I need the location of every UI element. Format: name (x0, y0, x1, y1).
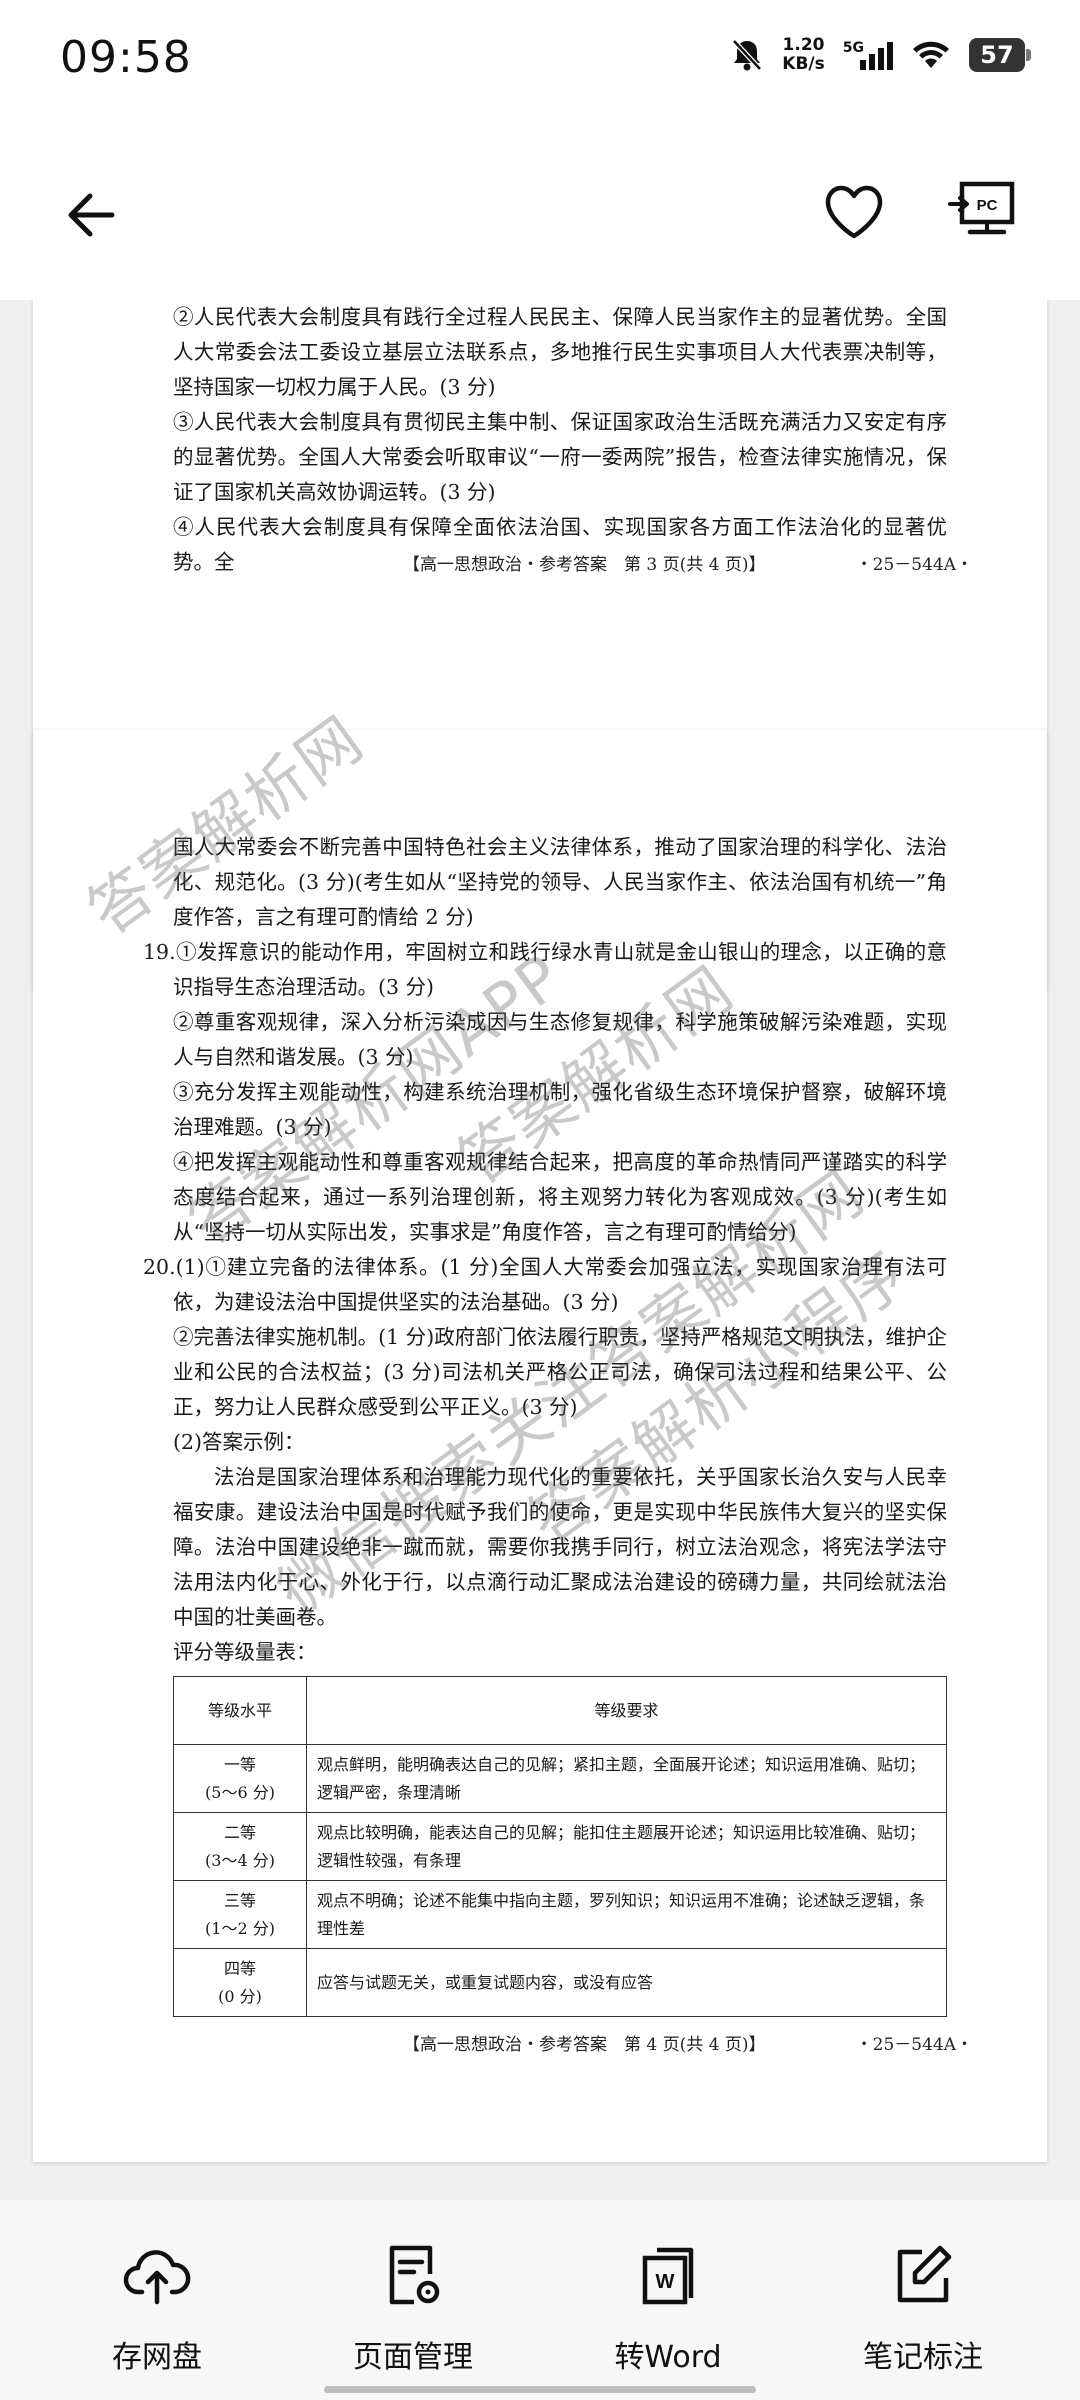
toolbar-label: 存网盘 (112, 2340, 202, 2375)
net-speed-unit: KB/s (782, 54, 825, 74)
wifi-icon (913, 41, 949, 68)
net-speed: 1.20 KB/s (782, 36, 824, 74)
answer-paragraph: (2)答案示例： (173, 1430, 305, 1454)
page-4-text: 国人大常委会不断完善中国特色社会主义法律体系，推动了国家治理的科学化、法治化、规… (143, 830, 947, 2017)
page-footer-code: ・25－544A・ (855, 2035, 973, 2055)
heart-icon[interactable] (820, 178, 888, 246)
battery-icon: 57 (969, 38, 1031, 72)
grade-requirement: 观点不明确；论述不能集中指向主题，罗列知识；知识运用不准确；论述缺乏逻辑，条理性… (306, 1880, 947, 1949)
grading-scale-table: 等级水平 等级要求 一等 (5～6 分) 观点鲜明，能明确表达自己的见解；紧扣主题… (173, 1676, 947, 2017)
network-type: 5G (842, 40, 864, 56)
page-footer-title: 【高一思想政治・参考答案 第 3 页(共 4 页)】 (403, 555, 766, 575)
toolbar-label: 转Word (614, 2340, 722, 2375)
page-manage-icon (389, 2245, 440, 2305)
page-manage-button[interactable]: 页面管理 (313, 2240, 513, 2376)
status-bar: 09:58 1.20 KB/s 5G 57 (0, 0, 1080, 120)
grade-requirement: 观点鲜明，能明确表达自己的见解；紧扣主题，全面展开论述；知识运用准确、贴切；逻辑… (306, 1744, 947, 1813)
question-number: 20. (143, 1255, 176, 1279)
toolbar-label: 页面管理 (353, 2340, 473, 2375)
net-speed-value: 1.20 (782, 35, 825, 55)
document-page-4: 国人大常委会不断完善中国特色社会主义法律体系，推动了国家治理的科学化、法治化、规… (33, 702, 1047, 2162)
svg-text:W: W (656, 2271, 675, 2293)
question-19: 19.①发挥意识的能动作用，牢固树立和践行绿水青山就是金山银山的理念，以正确的意… (143, 935, 947, 1005)
question-20: 20.(1)①建立完备的法律体系。(1 分)全国人大常委会加强立法，实现国家治理… (143, 1250, 947, 1320)
answer-paragraph: ②人民代表大会制度具有践行全过程人民民主、保障人民当家作主的显著优势。全国人大常… (173, 305, 947, 399)
answer-point: (1)①建立完备的法律体系。(1 分)全国人大常委会加强立法，实现国家治理有法可… (173, 1255, 947, 1314)
convert-word-button[interactable]: W 转Word (568, 2240, 768, 2376)
app-bar: PC (0, 120, 1080, 300)
answer-paragraph: ③充分发挥主观能动性，构建系统治理机制，强化省级生态环境保护督察，破解环境治理难… (173, 1080, 947, 1139)
answer-point: ①发挥意识的能动作用，牢固树立和践行绿水青山就是金山银山的理念，以正确的意识指导… (173, 940, 947, 999)
page-3-text: ②人民代表大会制度具有践行全过程人民民主、保障人民当家作主的显著优势。全国人大常… (173, 300, 947, 580)
grade-level: 二等 (3～4 分) (173, 1812, 307, 1881)
note-edit-icon (897, 2245, 952, 2303)
table-header: 等级水平 (173, 1676, 307, 1745)
back-arrow-icon[interactable] (60, 180, 130, 250)
signal-icon (860, 40, 893, 70)
grade-level: 一等 (5～6 分) (173, 1744, 307, 1813)
table-row: 四等 (0 分) 应答与试题无关，或重复试题内容，或没有应答 (173, 1948, 947, 2017)
table-header: 等级要求 (306, 1676, 947, 1745)
grade-requirement: 观点比较明确，能表达自己的见解；能扣住主题展开论述；知识运用比较准确、贴切；逻辑… (306, 1812, 947, 1881)
table-row: 三等 (1～2 分) 观点不明确；论述不能集中指向主题，罗列知识；知识运用不准确；… (173, 1880, 947, 1949)
page-footer-title: 【高一思想政治・参考答案 第 4 页(共 4 页)】 (403, 2035, 766, 2055)
page-footer-code: ・25－544A・ (855, 555, 973, 575)
sample-essay: 法治是国家治理体系和治理能力现代化的重要依托，关乎国家长治久安与人民幸福安康。建… (173, 1465, 947, 1629)
grade-requirement: 应答与试题无关，或重复试题内容，或没有应答 (306, 1948, 947, 2017)
save-to-cloud-button[interactable]: 存网盘 (57, 2240, 257, 2376)
answer-paragraph: 国人大常委会不断完善中国特色社会主义法律体系，推动了国家治理的科学化、法治化、规… (173, 835, 947, 929)
home-indicator[interactable] (324, 2386, 756, 2393)
document-viewer[interactable]: ②人民代表大会制度具有践行全过程人民民主、保障人民当家作主的显著优势。全国人大常… (0, 300, 1080, 2200)
cell-signal: 5G (843, 40, 893, 70)
pc-cast-icon[interactable]: PC (948, 176, 1018, 246)
word-convert-icon: W (642, 2247, 694, 2305)
question-number: 19. (143, 940, 176, 964)
clock: 09:58 (60, 32, 192, 83)
bottom-toolbar: 存网盘 页面管理 W 转Word 笔记标注 (0, 2200, 1080, 2400)
status-icons: 1.20 KB/s 5G 57 (730, 36, 1031, 74)
bell-off-icon (732, 39, 763, 71)
table-header-row: 等级水平 等级要求 (173, 1676, 947, 1745)
answer-paragraph: ③人民代表大会制度具有贯彻民主集中制、保证国家政治生活既充满活力又安定有序的显著… (173, 410, 947, 504)
scale-label: 评分等级量表： (173, 1640, 317, 1664)
grade-level: 三等 (1～2 分) (173, 1880, 307, 1949)
answer-paragraph: ②完善法律实施机制。(1 分)政府部门依法履行职责，坚持严格规范文明执法，维护企… (173, 1325, 947, 1419)
note-annotate-button[interactable]: 笔记标注 (823, 2240, 1023, 2376)
svg-text:PC: PC (977, 197, 998, 214)
cloud-upload-icon (123, 2250, 191, 2305)
table-row: 一等 (5～6 分) 观点鲜明，能明确表达自己的见解；紧扣主题，全面展开论述；知识… (173, 1744, 947, 1813)
answer-paragraph: ②尊重客观规律，深入分析污染成因与生态修复规律，科学施策破解污染难题，实现人与自… (173, 1010, 947, 1069)
answer-paragraph: ④把发挥主观能动性和尊重客观规律结合起来，把高度的革命热情同严谨踏实的科学态度结… (173, 1150, 947, 1244)
toolbar-label: 笔记标注 (863, 2340, 983, 2375)
table-row: 二等 (3～4 分) 观点比较明确，能表达自己的见解；能扣住主题展开论述；知识运用… (173, 1812, 947, 1881)
grade-level: 四等 (0 分) (173, 1948, 307, 2017)
